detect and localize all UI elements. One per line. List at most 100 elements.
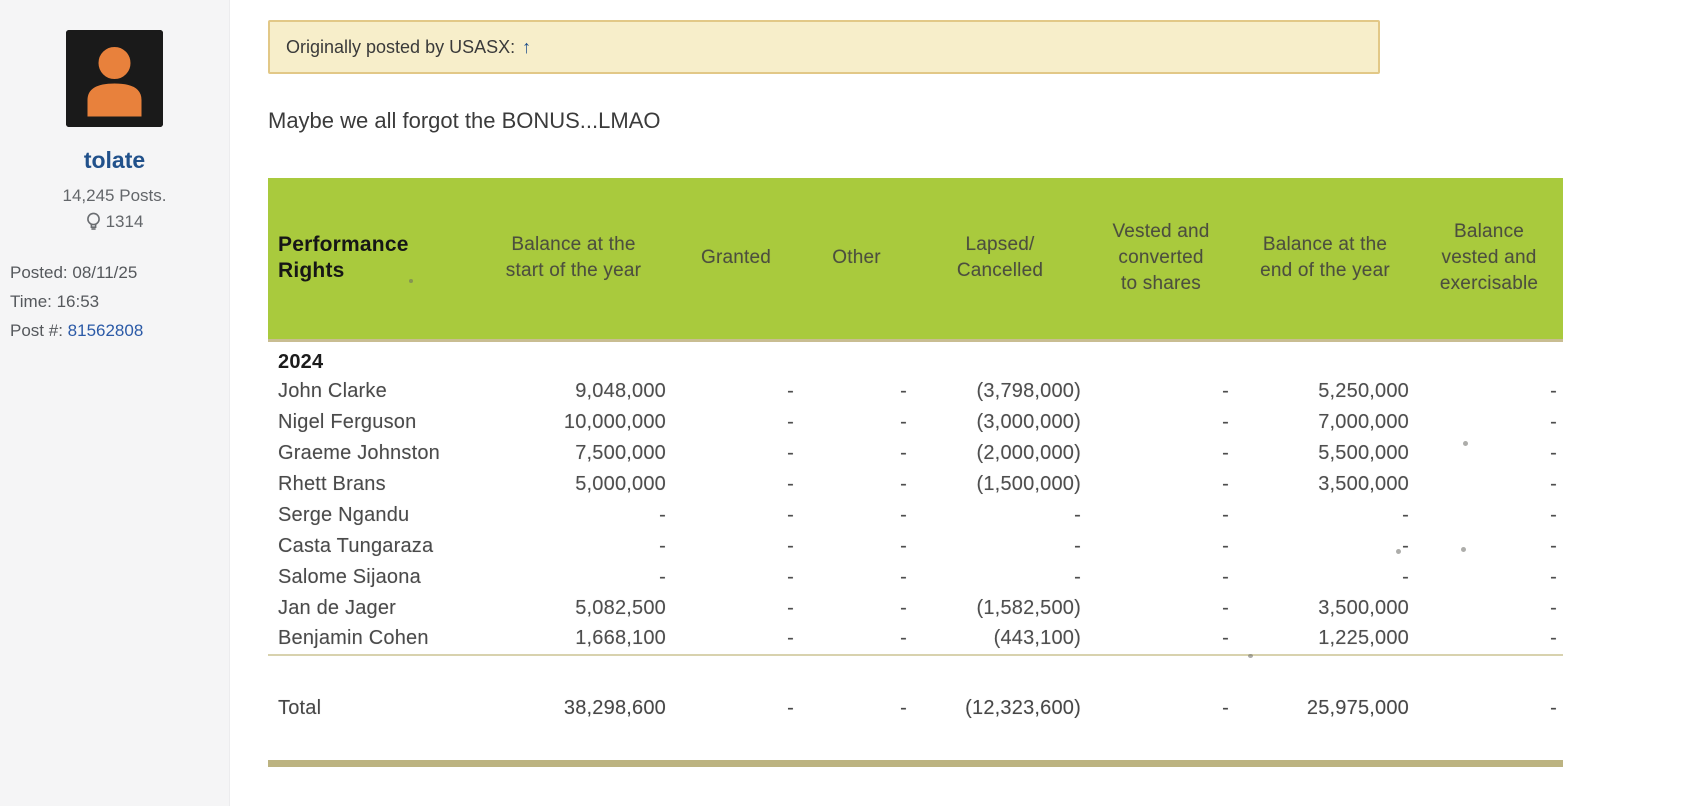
- quote-jump-arrow-icon[interactable]: ↑: [522, 37, 531, 58]
- row-label: Graeme Johnston: [268, 438, 475, 469]
- table-row: Rhett Brans5,000,000--(1,500,000)-3,500,…: [268, 469, 1563, 500]
- cell-value: -: [1087, 593, 1235, 624]
- cell-value: -: [800, 624, 913, 655]
- cell-value: 5,082,500: [475, 593, 672, 624]
- scan-artifact-dot: [1396, 549, 1401, 554]
- cell-value: 1,225,000: [1235, 624, 1415, 655]
- cell-value: -: [672, 407, 800, 438]
- cell-value: 7,000,000: [1235, 407, 1415, 438]
- cell-value: -: [1087, 469, 1235, 500]
- cell-value: -: [800, 469, 913, 500]
- table-row: Nigel Ferguson10,000,000--(3,000,000)-7,…: [268, 407, 1563, 438]
- cell-value: -: [913, 562, 1087, 593]
- table-row: Benjamin Cohen1,668,100--(443,100)-1,225…: [268, 624, 1563, 655]
- year-label: 2024: [268, 340, 1563, 376]
- cell-value: -: [1087, 686, 1235, 732]
- row-label: Salome Sijaona: [268, 562, 475, 593]
- cell-value: -: [800, 407, 913, 438]
- cell-value: 7,500,000: [475, 438, 672, 469]
- cell-value: -: [800, 438, 913, 469]
- quote-header-text: Originally posted by USASX:: [286, 37, 515, 58]
- row-label: Rhett Brans: [268, 469, 475, 500]
- cell-value: -: [1087, 562, 1235, 593]
- cell-value: -: [672, 376, 800, 407]
- column-header: Balance vested and exercisable: [1415, 178, 1563, 340]
- cell-value: -: [475, 500, 672, 531]
- cell-value: -: [1087, 500, 1235, 531]
- column-header: Vested and converted to shares: [1087, 178, 1235, 340]
- cell-value: 10,000,000: [475, 407, 672, 438]
- table-spacer: [268, 656, 1563, 686]
- row-label: Benjamin Cohen: [268, 624, 475, 655]
- cell-value: -: [1415, 686, 1563, 732]
- cell-value: -: [672, 562, 800, 593]
- cell-value: -: [800, 531, 913, 562]
- forum-post-page: tolate 14,245 Posts. 1314 Posted: 08/11/…: [0, 0, 1690, 806]
- cell-value: (1,500,000): [913, 469, 1087, 500]
- post-count: 14,245 Posts.: [0, 186, 229, 206]
- cell-value: -: [672, 624, 800, 655]
- cell-value: -: [475, 531, 672, 562]
- cell-value: -: [913, 500, 1087, 531]
- column-header: Granted: [672, 178, 800, 340]
- post-id-line: Post #: 81562808: [10, 316, 229, 345]
- table-row: Serge Ngandu-------: [268, 500, 1563, 531]
- column-header: Lapsed/ Cancelled: [913, 178, 1087, 340]
- column-header: Balance at the end of the year: [1235, 178, 1415, 340]
- cell-value: -: [1415, 438, 1563, 469]
- row-label: Nigel Ferguson: [268, 407, 475, 438]
- cell-value: 5,500,000: [1235, 438, 1415, 469]
- cell-value: -: [800, 562, 913, 593]
- row-label: Total: [268, 686, 475, 732]
- cell-value: 5,250,000: [1235, 376, 1415, 407]
- cell-value: -: [1415, 407, 1563, 438]
- cell-value: 3,500,000: [1235, 469, 1415, 500]
- cell-value: (1,582,500): [913, 593, 1087, 624]
- user-avatar[interactable]: [66, 30, 163, 127]
- table-row: Casta Tungaraza-------: [268, 531, 1563, 562]
- cell-value: 3,500,000: [1235, 593, 1415, 624]
- username-link[interactable]: tolate: [0, 147, 229, 174]
- scan-artifact-dot: [409, 279, 413, 283]
- cell-value: -: [1087, 624, 1235, 655]
- cell-value: -: [1415, 562, 1563, 593]
- cell-value: -: [672, 686, 800, 732]
- cell-value: -: [672, 438, 800, 469]
- post-id-link[interactable]: 81562808: [68, 321, 144, 340]
- posted-time: Time: 16:53: [10, 287, 229, 316]
- quote-header[interactable]: Originally posted by USASX: ↑: [268, 20, 1380, 74]
- cell-value: -: [475, 562, 672, 593]
- cell-value: -: [1415, 531, 1563, 562]
- cell-value: (3,798,000): [913, 376, 1087, 407]
- cell-value: -: [672, 531, 800, 562]
- year-row: 2024: [268, 340, 1563, 376]
- cell-value: -: [1087, 438, 1235, 469]
- post-author-sidebar: tolate 14,245 Posts. 1314 Posted: 08/11/…: [0, 0, 230, 806]
- cell-value: -: [800, 376, 913, 407]
- cell-value: -: [1235, 500, 1415, 531]
- scan-artifact-dot: [1463, 441, 1468, 446]
- cell-value: 38,298,600: [475, 686, 672, 732]
- cell-value: -: [1235, 531, 1415, 562]
- cell-value: (443,100): [913, 624, 1087, 655]
- likes-line: 1314: [0, 212, 229, 232]
- performance-rights-table: Performance Rights Balance at the start …: [268, 178, 1563, 767]
- cell-value: -: [800, 686, 913, 732]
- post-body-text: Maybe we all forgot the BONUS...LMAO: [268, 108, 1690, 134]
- scan-artifact-dot: [1461, 547, 1466, 552]
- cell-value: -: [672, 469, 800, 500]
- column-header: Other: [800, 178, 913, 340]
- cell-value: -: [1087, 407, 1235, 438]
- table-row: Salome Sijaona-------: [268, 562, 1563, 593]
- table-bottom-gap: [268, 732, 1563, 764]
- cell-value: (2,000,000): [913, 438, 1087, 469]
- column-header: Balance at the start of the year: [475, 178, 672, 340]
- cell-value: -: [1087, 376, 1235, 407]
- cell-value: -: [1415, 624, 1563, 655]
- cell-value: -: [672, 593, 800, 624]
- cell-value: 25,975,000: [1235, 686, 1415, 732]
- total-row: Total38,298,600--(12,323,600)-25,975,000…: [268, 686, 1563, 732]
- cell-value: -: [1415, 376, 1563, 407]
- cell-value: -: [672, 500, 800, 531]
- cell-value: -: [1415, 500, 1563, 531]
